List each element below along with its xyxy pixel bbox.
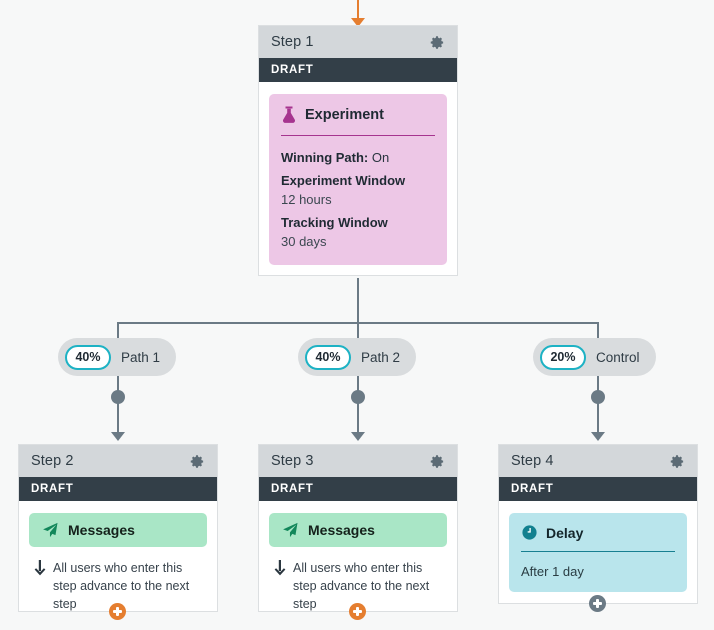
status-text: DRAFT: [271, 483, 314, 495]
arrow-down-icon: [34, 560, 46, 576]
step-body-step1: Experiment Winning Path: On Experiment W…: [259, 82, 457, 275]
step-connector-line-1: [117, 376, 119, 438]
arrow-down-icon: [111, 432, 125, 441]
step-connector-line-2: [357, 376, 359, 438]
branch-stem-line: [357, 278, 359, 323]
branch-pill-path-2[interactable]: 40% Path 2: [298, 338, 417, 376]
step-body-step4: Delay After 1 day: [499, 501, 697, 602]
workflow-canvas: Step 1 DRAFT Experiment Winning Path: On…: [0, 0, 714, 630]
arrow-down-icon: [274, 560, 286, 576]
branch-drop-line-1: [117, 322, 119, 338]
messages-block[interactable]: Messages: [269, 513, 447, 547]
status-text: DRAFT: [31, 483, 74, 495]
branch-percent-badge: 40%: [65, 344, 111, 370]
branch-label: Control: [596, 349, 640, 365]
status-text: DRAFT: [271, 64, 314, 76]
connector-node-dot-2: [351, 390, 365, 404]
row-label: Winning Path:: [281, 150, 369, 165]
experiment-header: Experiment: [281, 106, 435, 124]
divider: [521, 551, 675, 552]
step-header-step2: Step 2: [19, 445, 217, 477]
step-card-step1[interactable]: Step 1 DRAFT Experiment Winning Path: On…: [258, 25, 458, 277]
step-title: Step 1: [271, 34, 314, 50]
advance-text: All users who enter this step advance to…: [53, 561, 190, 612]
branch-drop-line-2: [357, 322, 359, 338]
delay-header: Delay: [521, 524, 675, 541]
experiment-row-experiment-window: Experiment Window: [281, 172, 435, 190]
branch-label: Path 1: [121, 349, 161, 365]
row-label: Tracking Window: [281, 215, 388, 231]
step-connector-line-3: [597, 376, 599, 438]
plus-icon: [593, 602, 602, 605]
gear-icon[interactable]: [670, 454, 685, 469]
branch-drop-line-3: [597, 322, 599, 338]
experiment-row-winning-path: Winning Path: On: [281, 149, 435, 167]
plus-icon: [353, 610, 362, 613]
divider: [281, 135, 435, 136]
paper-plane-icon: [43, 522, 58, 538]
gear-icon[interactable]: [430, 35, 445, 50]
messages-title: Messages: [68, 522, 135, 538]
step-card-step3[interactable]: Step 3 DRAFT Messages All users who ente…: [258, 444, 458, 612]
branch-pill-control[interactable]: 20% Control: [533, 338, 656, 376]
step-title: Step 4: [511, 453, 554, 469]
add-step-button-step3[interactable]: [349, 603, 366, 620]
plus-icon: [113, 610, 122, 613]
step-card-step2[interactable]: Step 2 DRAFT Messages All users who ente…: [18, 444, 218, 612]
status-badge-step4: DRAFT: [499, 477, 697, 501]
clock-icon: [522, 525, 537, 540]
step-header-step3: Step 3: [259, 445, 457, 477]
add-step-button-step2[interactable]: [109, 603, 126, 620]
delay-block[interactable]: Delay After 1 day: [509, 513, 687, 592]
step-card-step4[interactable]: Step 4 DRAFT Delay After 1 day: [498, 444, 698, 604]
messages-title: Messages: [308, 522, 375, 538]
step-title: Step 2: [31, 453, 74, 469]
status-badge-step1: DRAFT: [259, 58, 457, 82]
branch-percent-badge: 20%: [540, 344, 586, 370]
gear-icon[interactable]: [190, 454, 205, 469]
status-badge-step3: DRAFT: [259, 477, 457, 501]
row-label: Experiment Window: [281, 173, 406, 189]
step-title: Step 3: [271, 453, 314, 469]
messages-block[interactable]: Messages: [29, 513, 207, 547]
flask-icon: [282, 106, 296, 123]
experiment-value-tracking-window: 30 days: [281, 233, 327, 249]
connector-node-dot-3: [591, 390, 605, 404]
connector-node-dot-1: [111, 390, 125, 404]
step-header-step1: Step 1: [259, 26, 457, 58]
delay-title: Delay: [546, 524, 584, 541]
arrow-down-icon: [591, 432, 605, 441]
experiment-title: Experiment: [305, 107, 384, 123]
status-text: DRAFT: [511, 483, 554, 495]
branch-percent-badge: 40%: [305, 344, 351, 370]
paper-plane-icon: [283, 522, 298, 538]
branch-label: Path 2: [361, 349, 401, 365]
step-header-step4: Step 4: [499, 445, 697, 477]
experiment-row-tracking-window: Tracking Window: [281, 214, 435, 232]
advance-text: All users who enter this step advance to…: [293, 561, 430, 612]
add-step-button-step4[interactable]: [589, 595, 606, 612]
arrow-down-icon: [351, 432, 365, 441]
delay-value: After 1 day: [521, 564, 584, 579]
experiment-value-experiment-window: 12 hours: [281, 191, 332, 207]
row-value: On: [371, 150, 390, 165]
branch-pill-path-1[interactable]: 40% Path 1: [58, 338, 177, 376]
experiment-block[interactable]: Experiment Winning Path: On Experiment W…: [269, 94, 447, 266]
gear-icon[interactable]: [430, 454, 445, 469]
status-badge-step2: DRAFT: [19, 477, 217, 501]
